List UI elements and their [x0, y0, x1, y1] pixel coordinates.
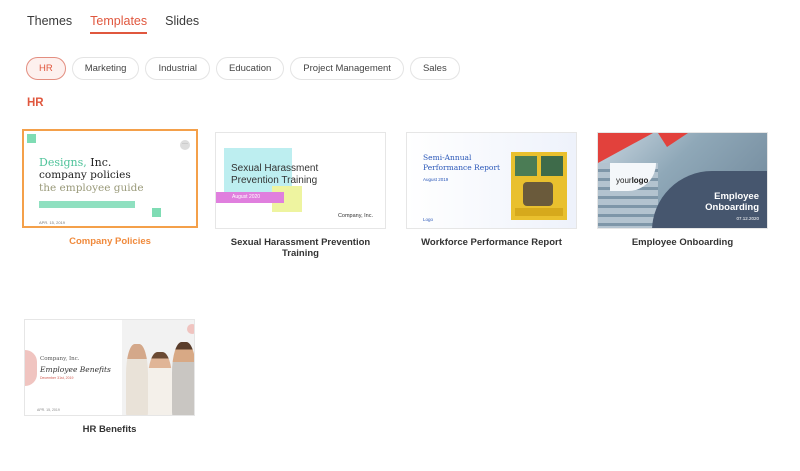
thumb-date: 07.12.2020 — [736, 216, 759, 221]
chip-education[interactable]: Education — [216, 57, 285, 80]
thumb-title: Sexual Harassment Prevention Training — [231, 163, 319, 186]
chip-industrial[interactable]: Industrial — [145, 57, 211, 80]
template-caption: Employee Onboarding — [631, 237, 734, 248]
thumb-footer: APR. 15, 2019 — [37, 408, 60, 412]
template-card-sexual-harassment[interactable]: August 2020 Sexual Harassment Prevention … — [215, 132, 391, 259]
thumb-logo: Logo — [423, 217, 434, 222]
template-caption: HR Benefits — [82, 424, 137, 435]
template-card-hr-benefits[interactable]: Company, Inc. Employee Benefits December… — [24, 319, 200, 435]
template-card-employee-onboarding[interactable]: yourlogo Employee Onboarding 07.12.2020 E… — [597, 132, 773, 248]
thumb-footer: APR. 15, 2019 — [39, 220, 66, 225]
category-filter: HR Marketing Industrial Education Projec… — [26, 57, 460, 80]
thumb-company: Company, Inc. — [40, 356, 80, 362]
section-title: HR — [27, 97, 44, 109]
thumb-title: Employee Benefits — [40, 365, 111, 374]
thumb-date: August 2019 — [423, 177, 449, 182]
more-options-icon[interactable]: ··· — [180, 140, 190, 150]
chip-marketing[interactable]: Marketing — [71, 57, 140, 80]
chip-hr[interactable]: HR — [26, 57, 66, 80]
top-tabs: Themes Templates Slides — [27, 14, 199, 34]
template-card-performance-report[interactable]: Semi-Annual Performance Report August 201… — [406, 132, 582, 248]
tab-templates[interactable]: Templates — [90, 14, 148, 34]
thumb-photo — [511, 152, 567, 220]
template-thumbnail[interactable]: yourlogo Employee Onboarding 07.12.2020 — [597, 132, 768, 229]
thumb-subtitle: December 31st, 2019 — [40, 376, 74, 380]
thumb-logo: yourlogo — [616, 176, 649, 185]
decor-square — [152, 208, 161, 217]
thumb-title: Semi-Annual Performance Report — [423, 153, 501, 172]
thumb-subtitle: the employee guide — [39, 182, 144, 194]
template-card-company-policies[interactable]: ··· Designs, Inc. company policies the e… — [22, 129, 198, 247]
template-caption: Sexual Harassment Prevention Training — [230, 237, 371, 259]
thumb-company-name: Designs, Inc. — [39, 156, 112, 169]
template-thumbnail[interactable]: ··· Designs, Inc. company policies the e… — [22, 129, 198, 228]
decor-square — [27, 134, 36, 143]
decor-bar — [39, 201, 135, 208]
template-thumbnail[interactable]: Company, Inc. Employee Benefits December… — [24, 319, 195, 416]
thumb-company: Company, Inc. — [337, 213, 373, 219]
chip-project-management[interactable]: Project Management — [290, 57, 404, 80]
template-caption: Workforce Performance Report — [421, 237, 562, 248]
thumb-title: Employee Onboarding — [705, 191, 759, 213]
thumb-photo — [122, 320, 194, 415]
template-thumbnail[interactable]: Semi-Annual Performance Report August 201… — [406, 132, 577, 229]
tab-slides[interactable]: Slides — [165, 14, 199, 34]
template-thumbnail[interactable]: August 2020 Sexual Harassment Prevention … — [215, 132, 386, 229]
tab-themes[interactable]: Themes — [27, 14, 72, 34]
thumb-title: company policies — [39, 169, 131, 181]
thumb-date: August 2020 — [232, 194, 261, 200]
chip-sales[interactable]: Sales — [409, 57, 460, 80]
template-caption: Company Policies — [69, 236, 151, 247]
